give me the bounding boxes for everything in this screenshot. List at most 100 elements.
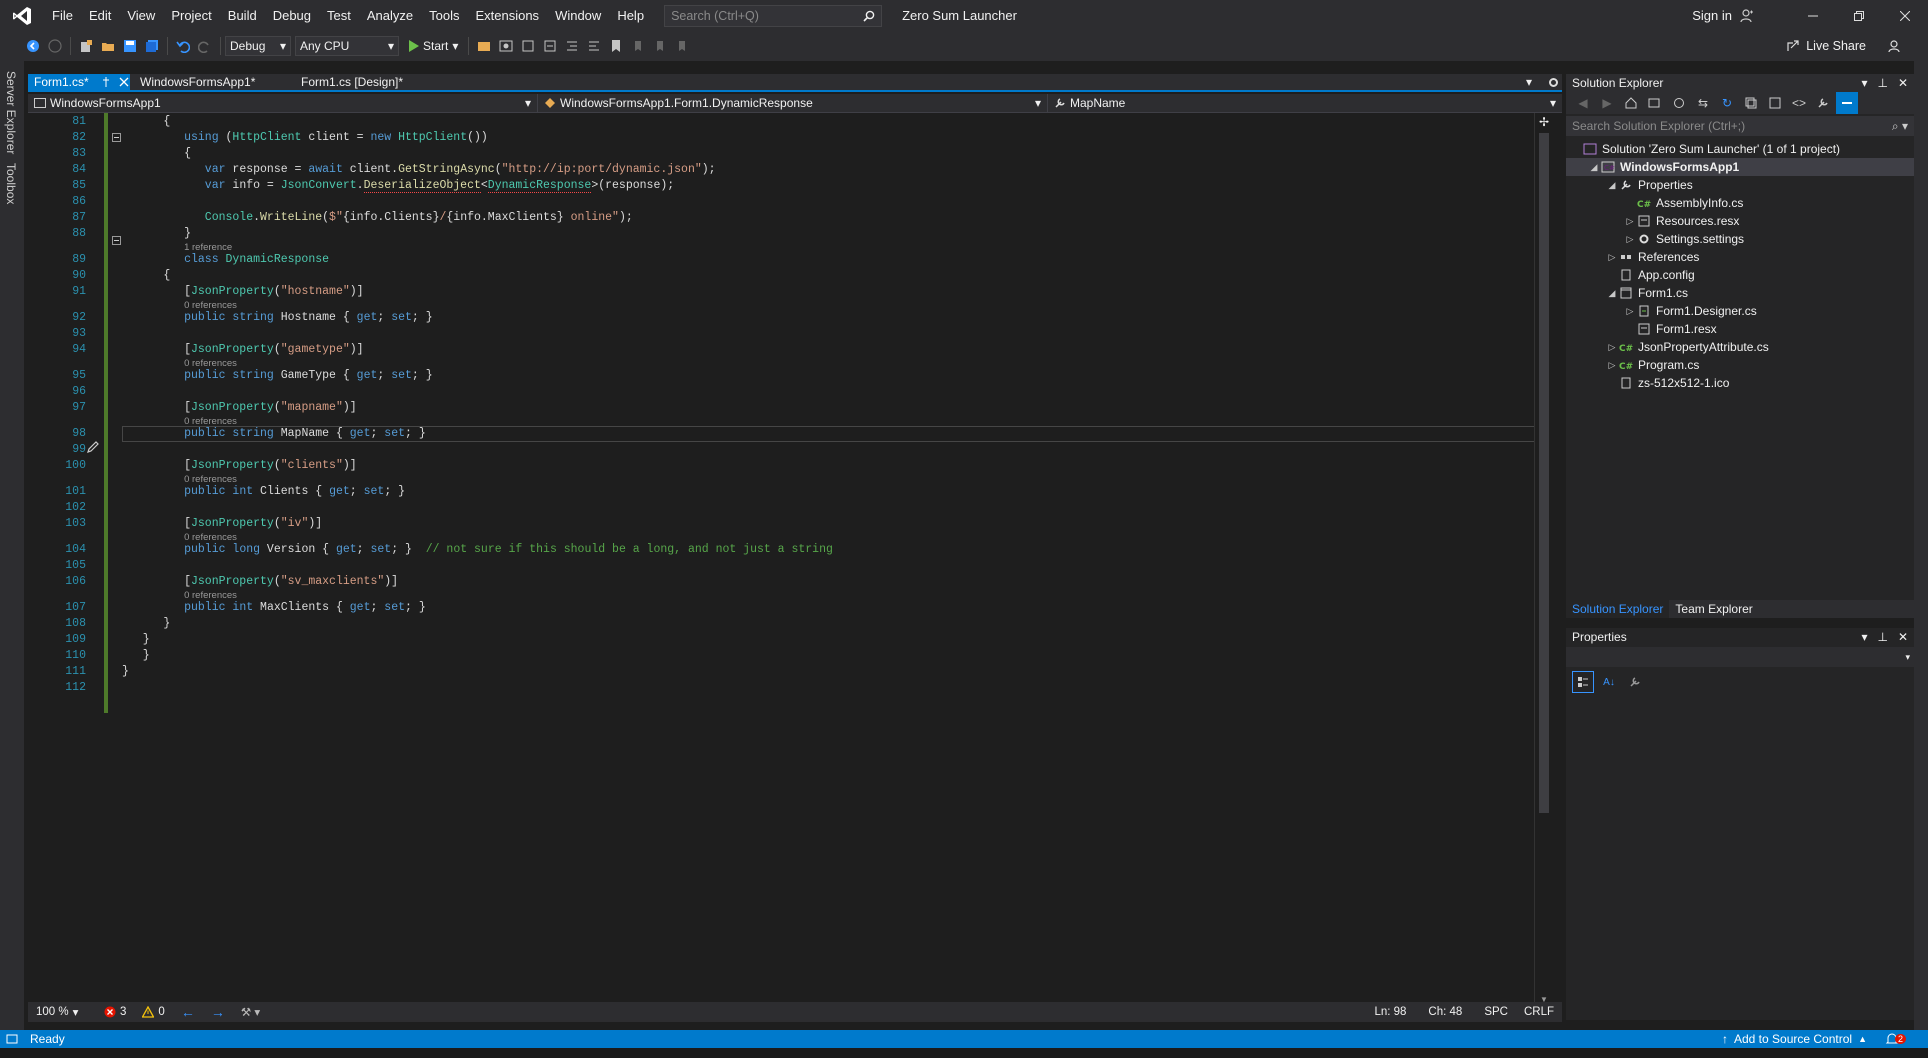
collapse-all-icon[interactable]: [1740, 92, 1762, 114]
code-line[interactable]: public long Version { get; set; } // not…: [184, 543, 833, 556]
code-line[interactable]: {: [184, 147, 191, 160]
quick-launch-search-input[interactable]: Search (Ctrl+Q): [664, 4, 883, 27]
user-icon[interactable]: [1740, 8, 1754, 23]
code-line[interactable]: [JsonProperty("hostname")]: [184, 285, 363, 298]
menu-view[interactable]: View: [119, 0, 163, 31]
expander-icon[interactable]: ▷: [1606, 252, 1618, 263]
menu-test[interactable]: Test: [319, 0, 359, 31]
codelens-references[interactable]: 0 references: [184, 416, 237, 427]
split-editor-icon[interactable]: ✢: [1539, 115, 1549, 129]
tab-overflow-icon[interactable]: ▾: [1526, 74, 1544, 90]
object-selector-dropdown[interactable]: ▾: [1566, 647, 1914, 667]
preview-selected-icon[interactable]: [1836, 92, 1858, 114]
tree-item[interactable]: ▷ C# JsonPropertyAttribute.cs: [1566, 338, 1914, 356]
outdent-icon[interactable]: [561, 35, 583, 57]
tab-form1-design[interactable]: Form1.cs [Design]*: [295, 74, 455, 90]
save-icon[interactable]: [119, 35, 141, 57]
code-line[interactable]: public int MaxClients { get; set; }: [184, 601, 426, 614]
indent-icon[interactable]: [583, 35, 605, 57]
menu-window[interactable]: Window: [547, 0, 609, 31]
solution-search-input[interactable]: Search Solution Explorer (Ctrl+;) ⌕ ▾: [1566, 116, 1914, 136]
open-file-icon[interactable]: [97, 35, 119, 57]
step-into-icon[interactable]: [517, 35, 539, 57]
switch-views-icon[interactable]: [1644, 92, 1666, 114]
line-ending-indicator[interactable]: CRLF: [1516, 1006, 1562, 1018]
bookmark-icon[interactable]: [605, 35, 627, 57]
tree-item[interactable]: ◢ Properties: [1566, 176, 1914, 194]
tab-form1-cs[interactable]: Form1.cs*: [28, 74, 130, 90]
chevron-down-icon[interactable]: ▾: [1861, 630, 1867, 644]
whitespace-indicator[interactable]: SPC: [1476, 1006, 1516, 1018]
close-icon[interactable]: ✕: [1898, 76, 1908, 90]
sign-in-link[interactable]: Sign in: [1692, 8, 1732, 23]
prev-bookmark-icon[interactable]: [627, 35, 649, 57]
menu-file[interactable]: File: [44, 0, 81, 31]
scrollbar-thumb[interactable]: [1539, 133, 1549, 813]
tree-item[interactable]: ▷ References: [1566, 248, 1914, 266]
alphabetical-icon[interactable]: A↓: [1598, 671, 1620, 693]
code-line[interactable]: var info = JsonConvert.DeserializeObject…: [205, 179, 674, 193]
refresh-icon[interactable]: ↻: [1716, 92, 1738, 114]
tree-item[interactable]: ▷ C# Program.cs: [1566, 356, 1914, 374]
tree-item[interactable]: C# AssemblyInfo.cs: [1566, 194, 1914, 212]
expander-icon[interactable]: ▷: [1606, 360, 1618, 371]
code-cleanup-icon[interactable]: ⚒ ▾: [233, 1005, 268, 1019]
screenshot-icon[interactable]: [495, 35, 517, 57]
codelens-references[interactable]: 0 references: [184, 532, 237, 543]
tree-item[interactable]: zs-512x512-1.ico: [1566, 374, 1914, 392]
code-line[interactable]: [JsonProperty("iv")]: [184, 517, 322, 530]
code-line[interactable]: var response = await client.GetStringAsy…: [205, 163, 716, 176]
new-project-icon[interactable]: [75, 35, 97, 57]
next-bookmark-icon[interactable]: [649, 35, 671, 57]
codelens-references[interactable]: 0 references: [184, 358, 237, 369]
code-line[interactable]: public string Hostname { get; set; }: [184, 311, 433, 324]
code-line[interactable]: class DynamicResponse: [184, 253, 329, 266]
pin-icon[interactable]: ⊥: [1877, 76, 1887, 90]
expander-icon[interactable]: ◢: [1606, 180, 1618, 191]
editor-vertical-scrollbar[interactable]: ✢ ▼: [1534, 113, 1552, 1008]
expander-icon[interactable]: ▷: [1624, 216, 1636, 227]
code-line[interactable]: Console.WriteLine($"{info.Clients}/{info…: [205, 211, 633, 224]
view-code-icon[interactable]: <>: [1788, 92, 1810, 114]
tree-item[interactable]: ◢ Form1.cs: [1566, 284, 1914, 302]
codelens-references[interactable]: 0 references: [184, 474, 237, 485]
menu-tools[interactable]: Tools: [421, 0, 467, 31]
collapse-icon[interactable]: [112, 236, 121, 245]
pin-icon[interactable]: ⊥: [1877, 630, 1887, 644]
menu-project[interactable]: Project: [163, 0, 219, 31]
properties-wrench-icon[interactable]: [1812, 92, 1834, 114]
code-line[interactable]: {: [163, 115, 170, 128]
member-dropdown[interactable]: MapName ▾: [1048, 94, 1562, 113]
project-dropdown[interactable]: WindowsFormsApp1 ▾: [28, 93, 538, 113]
menu-help[interactable]: Help: [609, 0, 652, 31]
code-line[interactable]: }: [184, 227, 191, 240]
tab-team-explorer[interactable]: Team Explorer: [1669, 600, 1758, 618]
sync-icon[interactable]: ⇆: [1692, 92, 1714, 114]
close-window-button[interactable]: [1882, 0, 1928, 31]
expander-icon[interactable]: ◢: [1606, 288, 1618, 299]
navigate-forward-icon[interactable]: [44, 35, 66, 57]
code-line[interactable]: public string MapName { get; set; }: [184, 427, 426, 440]
tree-item[interactable]: Form1.resx: [1566, 320, 1914, 338]
expander-icon[interactable]: ▷: [1624, 306, 1636, 317]
close-icon[interactable]: ✕: [1898, 630, 1908, 644]
menu-debug[interactable]: Debug: [265, 0, 319, 31]
server-explorer-tab[interactable]: Server Explorer: [4, 71, 18, 154]
back-icon[interactable]: ◀: [1572, 92, 1594, 114]
chevron-down-icon[interactable]: ▾: [1861, 76, 1867, 90]
code-line[interactable]: [JsonProperty("clients")]: [184, 459, 357, 472]
tree-item[interactable]: App.config: [1566, 266, 1914, 284]
next-issue-icon[interactable]: →: [203, 1004, 233, 1020]
menu-edit[interactable]: Edit: [81, 0, 119, 31]
navigate-back-icon[interactable]: [22, 35, 44, 57]
warning-count[interactable]: 0: [134, 1006, 172, 1018]
tree-item[interactable]: ▷ Form1.Designer.cs: [1566, 302, 1914, 320]
code-line[interactable]: public string GameType { get; set; }: [184, 369, 433, 382]
redo-icon[interactable]: [194, 35, 216, 57]
forward-icon[interactable]: ▶: [1596, 92, 1618, 114]
menu-extensions[interactable]: Extensions: [467, 0, 547, 31]
browser-link-icon[interactable]: [473, 35, 495, 57]
live-share-button[interactable]: Live Share: [1786, 31, 1866, 61]
minimize-button[interactable]: [1790, 0, 1836, 31]
step-over-icon[interactable]: [539, 35, 561, 57]
